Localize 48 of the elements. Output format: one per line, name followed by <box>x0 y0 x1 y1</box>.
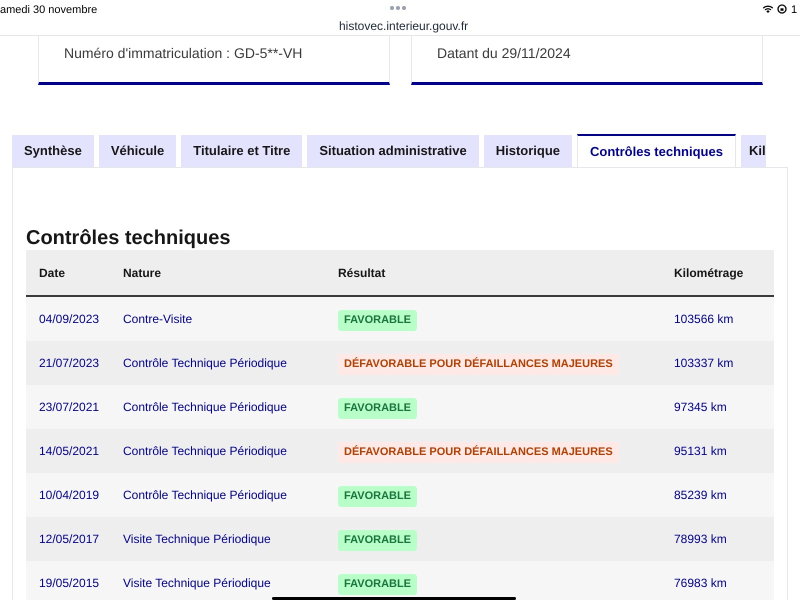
tab[interactable]: Titulaire et Titre <box>181 135 302 167</box>
table-cell: 12/05/2017 <box>39 532 100 546</box>
table-cell: 21/07/2023 <box>39 356 100 370</box>
column-header: Nature <box>123 266 162 280</box>
result-badge: FAVORABLE <box>338 398 418 418</box>
table-cell: 95131 km <box>674 444 727 458</box>
tab[interactable]: Situation administrative <box>307 135 479 167</box>
table-cell: 78993 km <box>674 532 727 546</box>
table-cell: Contre-Visite <box>123 312 192 326</box>
lock-rotation-icon <box>777 4 787 14</box>
table-cell: 97345 km <box>674 400 727 414</box>
card-text: Datant du 29/11/2024 <box>437 45 571 61</box>
table-cell: 76983 km <box>674 576 727 590</box>
table-cell: 19/05/2015 <box>39 576 100 590</box>
table-cell: Visite Technique Périodique <box>123 532 271 546</box>
result-badge: DÉFAVORABLE POUR DÉFAILLANCES MAJEURES <box>338 354 619 374</box>
column-header: Date <box>39 266 66 280</box>
result-badge: FAVORABLE <box>338 486 418 506</box>
table-cell: Contrôle Technique Périodique <box>123 356 287 370</box>
table-cell: Visite Technique Périodique <box>123 576 271 590</box>
result-badge: DÉFAVORABLE POUR DÉFAILLANCES MAJEURES <box>338 442 619 462</box>
table-cell: 103566 km <box>674 312 734 326</box>
tab[interactable]: Historique <box>484 135 572 167</box>
status-date: amedi 30 novembre <box>0 3 98 18</box>
card-text: Numéro d'immatriculation : GD-5**-VH <box>64 45 302 61</box>
table-cell: 04/09/2023 <box>39 312 100 326</box>
tab[interactable]: Contrôles techniques <box>577 134 736 167</box>
tab[interactable]: Véhicule <box>98 135 176 167</box>
table-cell: 85239 km <box>674 488 727 502</box>
wifi-icon <box>762 4 774 14</box>
url-text[interactable]: histovec.interieur.gouv.fr <box>339 17 468 35</box>
table-cell: Contrôle Technique Périodique <box>123 488 287 502</box>
table-cell: 23/07/2021 <box>39 400 100 414</box>
result-badge: FAVORABLE <box>338 574 418 594</box>
table-cell: Contrôle Technique Périodique <box>123 400 287 414</box>
more-icon[interactable] <box>390 6 406 10</box>
table-cell: 10/04/2019 <box>39 488 100 502</box>
tab[interactable]: Synthèse <box>12 135 94 167</box>
result-badge: FAVORABLE <box>338 530 418 550</box>
battery-percent: 1 <box>791 3 798 18</box>
table-cell: 14/05/2021 <box>39 444 100 458</box>
table-cell: 103337 km <box>674 356 734 370</box>
section-title: Contrôles techniques <box>25 226 232 250</box>
column-header: Kilométrage <box>674 266 744 280</box>
result-badge: FAVORABLE <box>338 310 418 330</box>
table-cell: Contrôle Technique Périodique <box>123 444 287 458</box>
tab[interactable]: Kil <box>740 135 766 167</box>
column-header: Résultat <box>338 266 386 280</box>
